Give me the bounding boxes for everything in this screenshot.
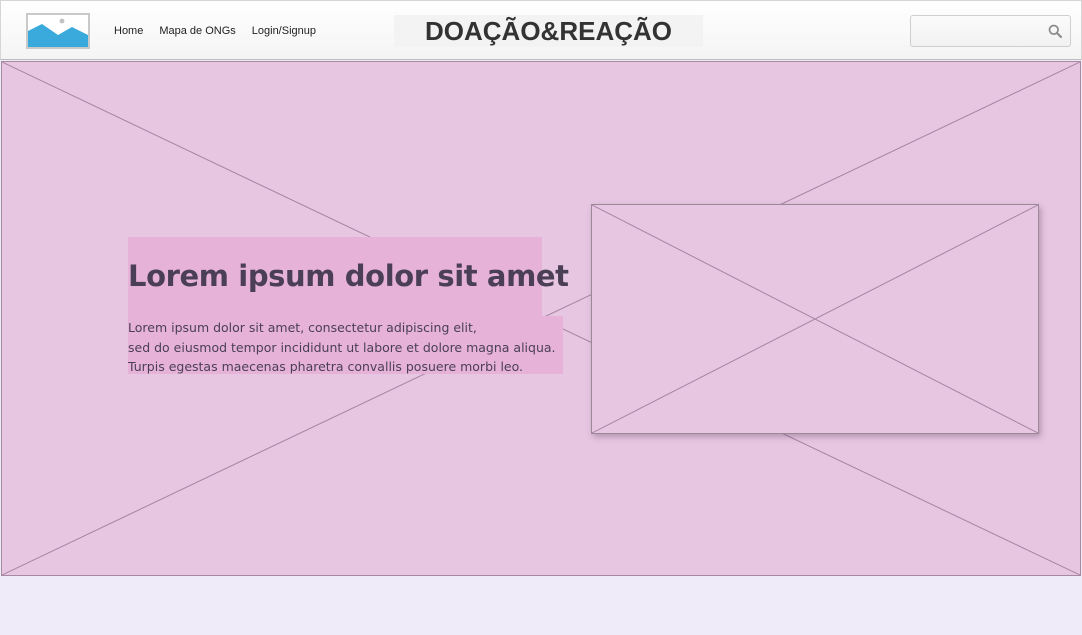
hero-body-line: Turpis egestas maecenas pharetra convall… — [128, 359, 524, 374]
nav-home[interactable]: Home — [114, 25, 143, 37]
media-placeholder[interactable] — [591, 204, 1039, 434]
logo[interactable] — [26, 13, 90, 49]
main-nav: Home Mapa de ONGs Login/Signup — [114, 25, 316, 37]
top-header: Home Mapa de ONGs Login/Signup DOAÇÃO&RE… — [0, 0, 1082, 60]
hero-title: Lorem ipsum dolor sit amet — [128, 259, 569, 293]
search-icon[interactable] — [1048, 24, 1062, 38]
nav-mapa-de-ongs[interactable]: Mapa de ONGs — [159, 25, 235, 37]
hero-section: Lorem ipsum dolor sit amet Lorem ipsum d… — [1, 61, 1081, 576]
hero-body-text: Lorem ipsum dolor sit amet, consectetur … — [128, 318, 556, 377]
hero-body-line: sed do eiusmod tempor incididunt ut labo… — [128, 339, 556, 355]
nav-login-signup[interactable]: Login/Signup — [252, 25, 316, 37]
footer — [0, 576, 1082, 635]
site-title: DOAÇÃO&REAÇÃO — [394, 15, 703, 47]
image-placeholder-icon — [28, 15, 88, 47]
hero-body-line: Lorem ipsum dolor sit amet, consectetur … — [128, 320, 477, 335]
image-placeholder-icon — [592, 205, 1038, 433]
search-box[interactable] — [910, 15, 1071, 47]
search-input[interactable] — [917, 21, 1045, 41]
